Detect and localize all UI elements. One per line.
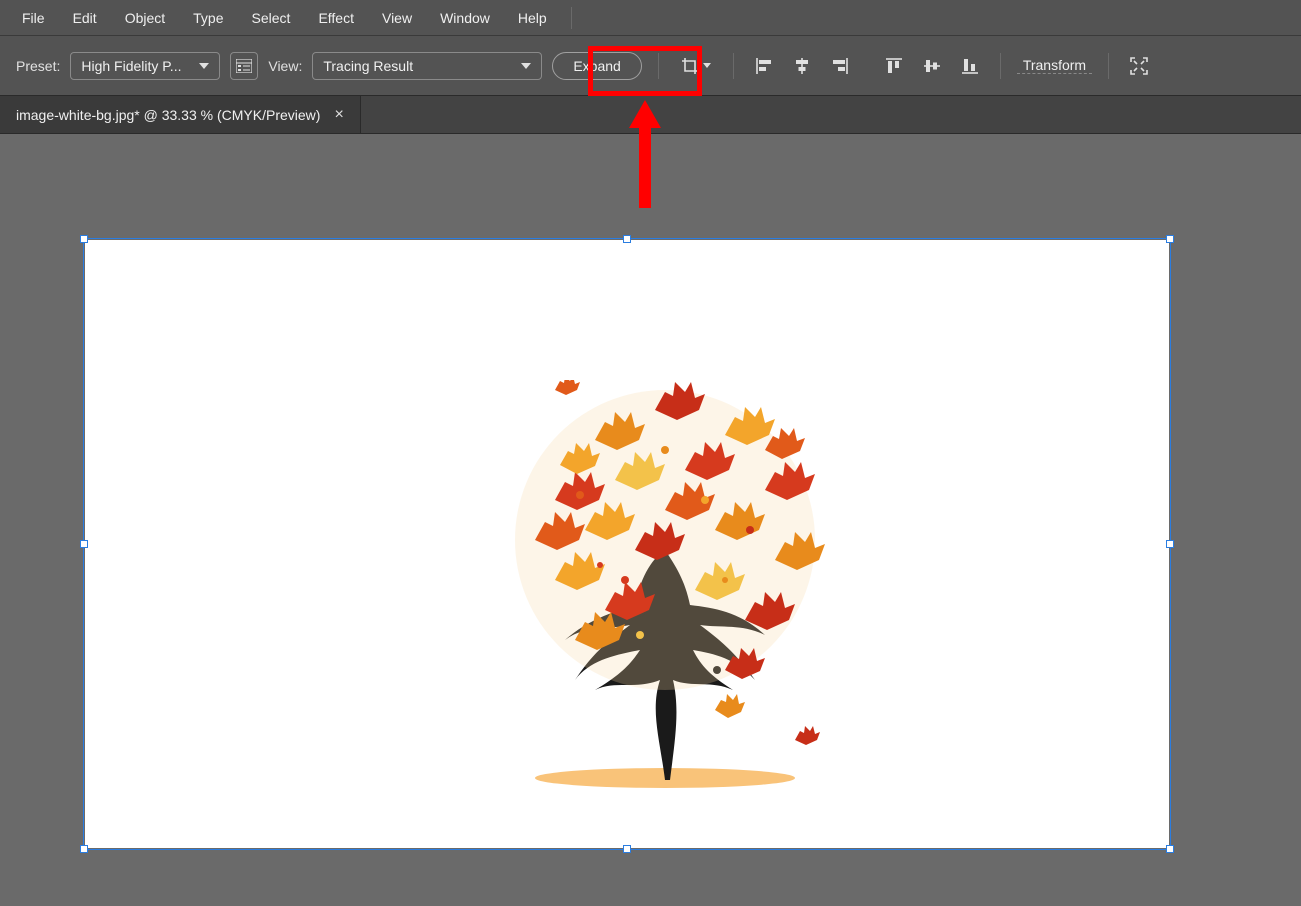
- selection-handle-bottom-middle[interactable]: [623, 845, 631, 853]
- document-tabbar: image-white-bg.jpg* @ 33.33 % (CMYK/Prev…: [0, 96, 1301, 134]
- align-top-icon: [885, 57, 903, 75]
- preset-dropdown[interactable]: High Fidelity P...: [70, 52, 220, 80]
- tracing-options-panel-button[interactable]: [230, 52, 258, 80]
- transform-link[interactable]: Transform: [1017, 57, 1092, 74]
- crop-icon: [681, 57, 699, 75]
- options-divider: [733, 53, 734, 79]
- chevron-down-icon: [199, 63, 209, 69]
- selection-handle-top-middle[interactable]: [623, 235, 631, 243]
- align-left-button[interactable]: [750, 52, 778, 80]
- expand-button-label: Expand: [573, 58, 620, 74]
- expand-button[interactable]: Expand: [552, 52, 641, 80]
- view-value: Tracing Result: [323, 58, 413, 74]
- selection-handle-middle-right[interactable]: [1166, 540, 1174, 548]
- menu-window[interactable]: Window: [426, 4, 504, 32]
- view-label: View:: [268, 58, 302, 74]
- chevron-down-icon: [703, 63, 711, 68]
- align-bottom-button[interactable]: [956, 52, 984, 80]
- menu-select[interactable]: Select: [238, 4, 305, 32]
- align-hcenter-icon: [793, 57, 811, 75]
- options-divider: [1000, 53, 1001, 79]
- menu-view[interactable]: View: [368, 4, 426, 32]
- isolate-selected-button[interactable]: [1125, 52, 1153, 80]
- menu-type[interactable]: Type: [179, 4, 237, 32]
- main-menubar: File Edit Object Type Select Effect View…: [0, 0, 1301, 36]
- menu-edit[interactable]: Edit: [59, 4, 111, 32]
- selection-handle-middle-left[interactable]: [80, 540, 88, 548]
- panel-icon: [236, 59, 252, 73]
- menu-effect[interactable]: Effect: [304, 4, 368, 32]
- close-tab-icon[interactable]: ×: [334, 107, 343, 123]
- align-horizontal-center-button[interactable]: [788, 52, 816, 80]
- selection-handle-bottom-left[interactable]: [80, 845, 88, 853]
- align-left-icon: [755, 57, 773, 75]
- selection-handle-bottom-right[interactable]: [1166, 845, 1174, 853]
- align-vcenter-icon: [923, 57, 941, 75]
- document-tab[interactable]: image-white-bg.jpg* @ 33.33 % (CMYK/Prev…: [0, 96, 361, 133]
- align-vertical-center-button[interactable]: [918, 52, 946, 80]
- view-dropdown[interactable]: Tracing Result: [312, 52, 542, 80]
- options-bar: Preset: High Fidelity P... View: Tracing…: [0, 36, 1301, 96]
- preset-value: High Fidelity P...: [81, 58, 181, 74]
- options-divider: [658, 53, 659, 79]
- document-tab-title: image-white-bg.jpg* @ 33.33 % (CMYK/Prev…: [16, 107, 320, 123]
- selection-handle-top-right[interactable]: [1166, 235, 1174, 243]
- align-top-button[interactable]: [880, 52, 908, 80]
- menu-help[interactable]: Help: [504, 4, 561, 32]
- align-right-icon: [831, 57, 849, 75]
- chevron-down-icon: [521, 63, 531, 69]
- selection-handle-top-left[interactable]: [80, 235, 88, 243]
- options-divider: [1108, 53, 1109, 79]
- isolate-icon: [1129, 56, 1149, 76]
- menu-file[interactable]: File: [8, 4, 59, 32]
- align-bottom-icon: [961, 57, 979, 75]
- align-right-button[interactable]: [826, 52, 854, 80]
- menu-object[interactable]: Object: [111, 4, 179, 32]
- crop-image-button[interactable]: [675, 53, 717, 79]
- selection-bounding-box[interactable]: [83, 238, 1171, 850]
- menu-divider: [571, 7, 572, 29]
- preset-label: Preset:: [16, 58, 60, 74]
